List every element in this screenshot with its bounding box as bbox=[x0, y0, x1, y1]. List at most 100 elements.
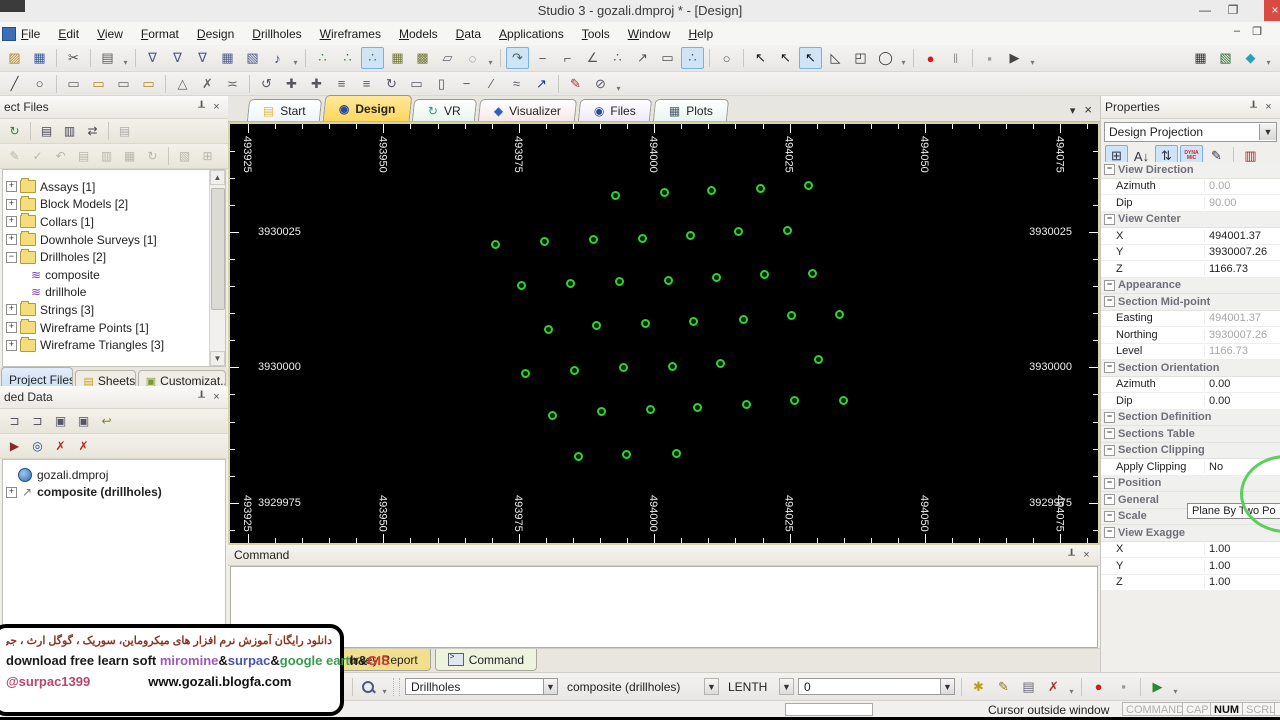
drillhole-collar-point[interactable] bbox=[570, 366, 579, 375]
drillhole-collar-point[interactable] bbox=[597, 407, 606, 416]
tab-close-icon[interactable]: × bbox=[1084, 102, 1092, 117]
save-project-icon[interactable]: ▦ bbox=[28, 47, 51, 69]
toolbar-overflow-icon[interactable]: ▾ bbox=[1027, 47, 1038, 69]
ellipse-tool-icon[interactable]: ○ bbox=[715, 47, 738, 69]
combo-0[interactable]: Drillholes▼ bbox=[405, 677, 558, 696]
design-canvas[interactable]: 4939254939254939504939504939754939754940… bbox=[228, 122, 1100, 545]
move-snap-icon[interactable]: ✚ bbox=[305, 73, 328, 95]
menu-tools[interactable]: Tools bbox=[573, 24, 619, 44]
stop-macro-icon[interactable]: ▪ bbox=[978, 47, 1001, 69]
toolbar-overflow-icon[interactable]: ▾ bbox=[1066, 676, 1077, 698]
drillhole-collar-point[interactable] bbox=[615, 277, 624, 286]
scroll-up-icon[interactable]: ▲ bbox=[210, 170, 225, 185]
menu-view[interactable]: View bbox=[88, 24, 132, 44]
doc-refresh-icon[interactable]: ▦ bbox=[119, 146, 140, 166]
tree-item[interactable]: ≋composite bbox=[3, 266, 225, 284]
edit-icon[interactable]: ✎ bbox=[4, 146, 25, 166]
property-row[interactable]: Z1166.73 bbox=[1101, 261, 1280, 278]
drillhole-collar-point[interactable] bbox=[660, 188, 669, 197]
tree-item[interactable]: +Assays [1] bbox=[3, 178, 225, 196]
tree-item[interactable]: +Block Models [2] bbox=[3, 196, 225, 214]
drillhole-collar-point[interactable] bbox=[686, 231, 695, 240]
tab-start[interactable]: ▤Start bbox=[247, 99, 322, 121]
select-polygon-icon[interactable]: ◺ bbox=[824, 47, 847, 69]
drillhole-collar-point[interactable] bbox=[548, 411, 557, 420]
overlay-data-icon[interactable]: ▣ bbox=[50, 411, 71, 431]
tree-expander-icon[interactable]: + bbox=[6, 181, 17, 192]
tree-expander-icon[interactable]: + bbox=[6, 487, 17, 498]
print-icon[interactable]: ▤ bbox=[96, 47, 119, 69]
drillhole-collar-point[interactable] bbox=[574, 452, 583, 461]
close-icon[interactable]: × bbox=[209, 391, 224, 403]
menu-wireframes[interactable]: Wireframes bbox=[311, 24, 390, 44]
point-fill-icon[interactable]: ▩ bbox=[411, 47, 434, 69]
property-category[interactable]: −View Center bbox=[1101, 212, 1280, 229]
drillhole-collar-point[interactable] bbox=[808, 269, 817, 278]
reload-data-icon[interactable]: ↩ bbox=[96, 411, 117, 431]
drillhole-table-icon[interactable]: ▦ bbox=[216, 47, 239, 69]
rect-open-icon[interactable]: ▭ bbox=[405, 73, 428, 95]
tree-expander-icon[interactable]: + bbox=[6, 340, 17, 351]
menu-drillholes[interactable]: Drillholes bbox=[243, 24, 310, 44]
menu-models[interactable]: Models bbox=[390, 24, 447, 44]
list-item[interactable]: gozali.dmproj bbox=[3, 466, 225, 484]
property-value[interactable]: 1166.73 bbox=[1204, 263, 1280, 275]
collapse-icon[interactable]: − bbox=[1104, 412, 1115, 423]
select-digitise-icon[interactable]: ↖ bbox=[799, 47, 822, 69]
select-arrow-icon[interactable]: ↖ bbox=[749, 47, 772, 69]
tab-vr[interactable]: ↻VR bbox=[412, 99, 477, 121]
line-trim-icon[interactable]: − bbox=[455, 73, 478, 95]
drillhole-style-icon[interactable]: ♪ bbox=[266, 47, 289, 69]
toolbar-overflow-icon[interactable]: ▾ bbox=[1170, 676, 1181, 698]
rect-copy-icon[interactable]: ▭ bbox=[62, 73, 85, 95]
record-command-icon[interactable]: ● bbox=[1087, 676, 1110, 698]
drillhole-collar-point[interactable] bbox=[672, 449, 681, 458]
chevron-down-icon[interactable]: ▼ bbox=[940, 678, 955, 695]
points-save-icon[interactable]: ▤ bbox=[1017, 676, 1040, 698]
select-point-icon[interactable]: ↖ bbox=[774, 47, 797, 69]
search-icon[interactable] bbox=[361, 680, 375, 694]
scroll-down-icon[interactable]: ▼ bbox=[210, 351, 225, 366]
select-grid-icon[interactable]: ◰ bbox=[849, 47, 872, 69]
arrow-up-icon[interactable]: ↗ bbox=[530, 73, 553, 95]
pin-icon[interactable]: ┸ bbox=[194, 101, 209, 114]
toolbar-overflow-icon[interactable]: ▾ bbox=[1263, 47, 1274, 69]
align-top-icon[interactable]: ≡ bbox=[330, 73, 353, 95]
pin-icon[interactable]: ┸ bbox=[1064, 549, 1079, 562]
pause-macro-icon[interactable]: ‖ bbox=[944, 47, 967, 69]
drillhole-collar-point[interactable] bbox=[734, 227, 743, 236]
drillhole-collar-point[interactable] bbox=[689, 317, 698, 326]
toolbar-overflow-icon[interactable]: ▾ bbox=[379, 676, 390, 698]
property-row[interactable]: Dip90.00 bbox=[1101, 195, 1280, 212]
tab-design[interactable]: ◉Design bbox=[322, 95, 411, 121]
cut-icon[interactable]: ✂ bbox=[62, 47, 85, 69]
rect-copy-2-icon[interactable]: ▭ bbox=[112, 73, 135, 95]
chevron-down-icon[interactable]: ▼ bbox=[704, 678, 719, 695]
property-row[interactable]: Level1166.73 bbox=[1101, 344, 1280, 361]
pen-icon[interactable]: ✎ bbox=[564, 73, 587, 95]
restore-button[interactable]: ❐ bbox=[1220, 0, 1246, 21]
unload-file-icon[interactable]: ✗ bbox=[50, 436, 71, 456]
menu-applications[interactable]: Applications bbox=[490, 24, 573, 44]
property-category[interactable]: −Appearance bbox=[1101, 278, 1280, 295]
drillhole-collar-point[interactable] bbox=[712, 273, 721, 282]
open-project-icon[interactable]: ▨ bbox=[3, 47, 26, 69]
drillhole-collar-point[interactable] bbox=[641, 319, 650, 328]
drillhole-collar-point[interactable] bbox=[839, 396, 848, 405]
menu-window[interactable]: Window bbox=[619, 24, 680, 44]
combo-3[interactable]: 0▼ bbox=[798, 677, 955, 696]
property-value[interactable]: 494001.37 bbox=[1204, 230, 1280, 242]
collapse-icon[interactable]: − bbox=[1104, 296, 1115, 307]
append-data-icon[interactable]: ⊐ bbox=[4, 411, 25, 431]
drillhole-collar-point[interactable] bbox=[664, 276, 673, 285]
drillhole-collar-point[interactable] bbox=[814, 355, 823, 364]
align-bottom-icon[interactable]: ≡ bbox=[355, 73, 378, 95]
play-command-icon[interactable]: ▶ bbox=[1146, 676, 1169, 698]
property-row[interactable]: Azimuth0.00 bbox=[1101, 179, 1280, 196]
drillhole-collar-point[interactable] bbox=[622, 450, 631, 459]
rotate-icon[interactable]: ↻ bbox=[380, 73, 403, 95]
drillhole-collar-point[interactable] bbox=[646, 405, 655, 414]
property-row[interactable]: Z1.00 bbox=[1101, 575, 1280, 592]
close-icon[interactable]: × bbox=[1261, 101, 1276, 113]
property-row[interactable]: Y1.00 bbox=[1101, 558, 1280, 575]
